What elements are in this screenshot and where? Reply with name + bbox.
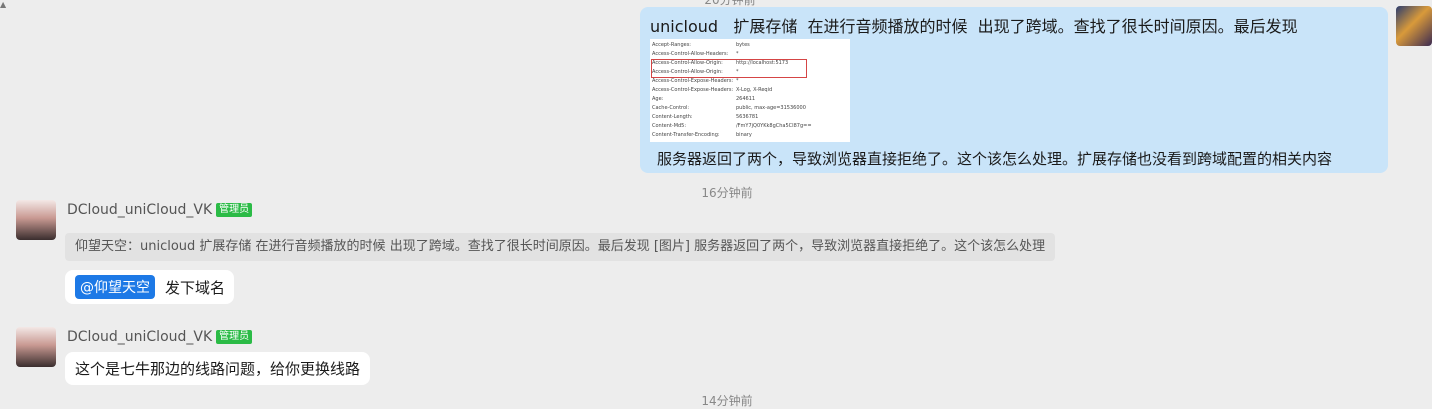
header-value: bytes [736, 42, 750, 48]
header-value: 264611 [736, 96, 756, 102]
message-text: 服务器返回了两个，导致浏览器直接拒绝了。这个该怎么处理。扩展存储也没看到跨域配置… [657, 150, 1333, 168]
header-row: Age: 264611 [652, 96, 755, 102]
timestamp: 14分钟前 [701, 394, 753, 408]
sender-name[interactable]: DCloud_uniCloud_VK 管理员 [67, 202, 253, 218]
header-key: Access-Control-Allow-Headers: [652, 51, 729, 57]
reply-bubble[interactable]: @仰望天空 发下域名 [65, 270, 235, 304]
reply-bubble[interactable]: 这个是七牛那边的线路问题，给你更换线路 [65, 352, 371, 385]
header-key: Content-Transfer-Encoding: [652, 132, 720, 138]
header-value: http://localhost:5173 [736, 60, 789, 66]
header-key: Access-Control-Allow-Origin: [652, 69, 723, 75]
header-row: Accept-Ranges: bytes [652, 42, 750, 48]
admin-badge: 管理员 [216, 330, 253, 344]
header-row: Cache-Control: public, max-age=31536000 [652, 105, 806, 111]
header-value: * [736, 78, 739, 84]
avatar[interactable] [16, 200, 56, 240]
header-key: Access-Control-Allow-Origin: [652, 60, 723, 66]
header-row: Access-Control-Allow-Origin: * [652, 69, 739, 75]
header-row: Access-Control-Allow-Headers: * [652, 51, 739, 57]
header-key: Cache-Control: [652, 105, 690, 111]
header-value: * [736, 69, 739, 75]
my-avatar[interactable] [1396, 6, 1432, 46]
header-row: Content-Transfer-Encoding: binary [652, 132, 752, 138]
scroll-up-icon[interactable]: ▲ [0, 0, 8, 10]
sender-name-text: DCloud_uniCloud_VK [67, 202, 213, 218]
sender-name-text: DCloud_uniCloud_VK [67, 329, 213, 345]
reply-text: 这个是七牛那边的线路问题，给你更换线路 [75, 360, 361, 378]
header-key: Access-Control-Expose-Headers: [652, 87, 734, 93]
header-row: Content-Md5: /FmY7jQ0YKk8gCha5CI87g== [652, 123, 812, 129]
header-row: Content-Length: 5636781 [652, 114, 758, 120]
header-key: Content-Md5: [652, 123, 687, 129]
timestamp: 16分钟前 [701, 186, 753, 200]
quoted-message[interactable]: 仰望天空：unicloud 扩展存储 在进行音频播放的时候 出现了跨域。查找了很… [65, 233, 1056, 261]
reply-text: 发下域名 [165, 278, 226, 297]
header-key: Content-Length: [652, 114, 693, 120]
header-value: binary [736, 132, 752, 138]
sender-name[interactable]: DCloud_uniCloud_VK 管理员 [67, 329, 253, 345]
admin-badge: 管理员 [216, 203, 253, 217]
message-text: unicloud 扩展存储 在进行音频播放的时候 出现了跨域。查找了很长时间原因… [650, 17, 1298, 36]
header-row: Access-Control-Expose-Headers: X-Log, X-R… [652, 87, 772, 93]
header-value: public, max-age=31536000 [736, 105, 806, 111]
header-value: /FmY7jQ0YKk8gCha5CI87g== [736, 123, 812, 129]
avatar[interactable] [16, 327, 56, 367]
header-value: * [736, 51, 739, 57]
header-row: Access-Control-Expose-Headers: * [652, 78, 739, 84]
response-headers-image[interactable]: Accept-Ranges: bytes Access-Control-Allow-… [650, 39, 850, 142]
mention-tag[interactable]: @仰望天空 [75, 275, 155, 299]
header-value: 5636781 [736, 114, 759, 120]
header-key: Accept-Ranges: [652, 42, 691, 48]
header-value: X-Log, X-Reqid [736, 87, 773, 93]
header-key: Access-Control-Expose-Headers: [652, 78, 734, 84]
header-row: Access-Control-Allow-Origin: http://local… [652, 60, 788, 66]
header-key: Age: [652, 96, 664, 102]
